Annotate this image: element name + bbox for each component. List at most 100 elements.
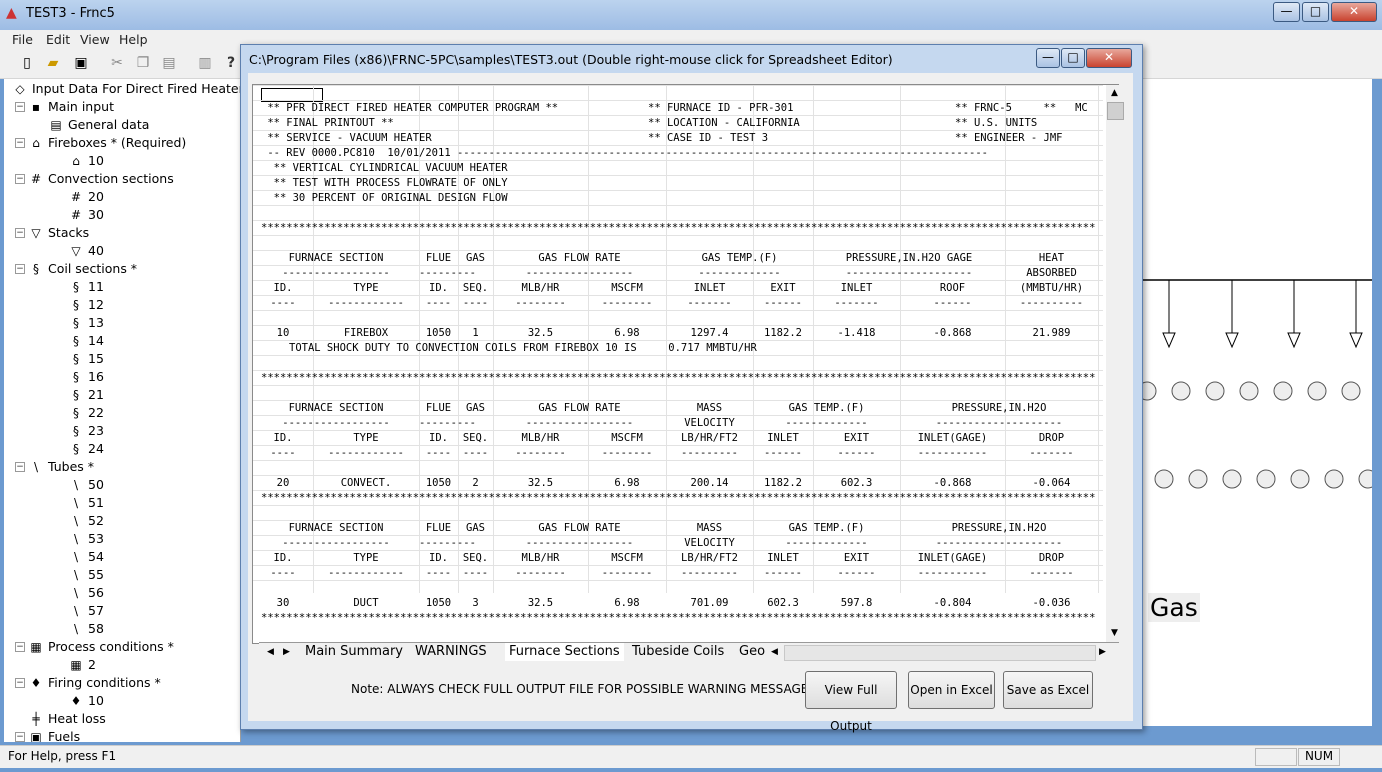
tree-node[interactable]: \ Tubes * (28, 458, 94, 476)
tree-expander[interactable]: − (15, 228, 25, 238)
tree-node-label: Fuels (48, 729, 81, 742)
tab-warnings[interactable]: WARNINGS (411, 643, 491, 661)
report-cell: ---- (270, 447, 296, 459)
tree-node[interactable]: ╪ Heat loss (28, 710, 105, 728)
menu-edit[interactable]: Edit (46, 32, 70, 47)
tree-node-icon: ▣ (30, 730, 42, 742)
tree-expander[interactable]: − (15, 138, 25, 148)
tree-node[interactable]: § 14 (68, 332, 104, 350)
tree-expander[interactable]: − (15, 102, 25, 112)
report-grid[interactable]: ** PFR DIRECT FIRED HEATER COMPUTER PROG… (252, 84, 1119, 644)
tree-node[interactable]: ♦ Firing conditions * (28, 674, 161, 692)
tree-expander[interactable]: − (15, 678, 25, 688)
menu-file[interactable]: File (12, 32, 33, 47)
tree-node[interactable]: ◇ Input Data For Direct Fired Heater (12, 80, 240, 98)
paste-icon[interactable]: ▤ (160, 54, 178, 72)
close-button[interactable]: ✕ (1331, 2, 1377, 22)
tree-node[interactable]: § 13 (68, 314, 104, 332)
tree-expander[interactable]: − (15, 264, 25, 274)
report-cell: DROP (1038, 432, 1065, 444)
tree-node[interactable]: § 16 (68, 368, 104, 386)
tree-node[interactable]: \ 54 (68, 548, 104, 566)
copy-icon[interactable]: ❐ (134, 54, 152, 72)
tree-expander[interactable]: − (15, 462, 25, 472)
save-as-excel-button[interactable]: Save as Excel (1003, 671, 1093, 709)
menu-view[interactable]: View (80, 32, 110, 47)
tree-node[interactable]: § 22 (68, 404, 104, 422)
tree-node[interactable]: § 11 (68, 278, 104, 296)
tree-node[interactable]: ▪ Main input (28, 98, 114, 116)
print-icon[interactable]: ▥ (196, 54, 214, 72)
report-cell: PRESSURE,IN.H2O (951, 522, 1047, 534)
tree-node[interactable]: \ 51 (68, 494, 104, 512)
tab-first-icon[interactable]: ◀ (263, 643, 278, 661)
tree-node-label: 30 (88, 207, 104, 222)
tree-node[interactable]: § 24 (68, 440, 104, 458)
minimize-button[interactable]: — (1273, 2, 1300, 22)
vertical-scrollbar[interactable]: ▲ ▼ (1106, 85, 1124, 642)
report-cell: ----------- (917, 567, 988, 579)
diagram-pane: Gas (1142, 79, 1372, 726)
tree-node[interactable]: ▦ Process conditions * (28, 638, 174, 656)
open-in-excel-button[interactable]: Open in Excel (908, 671, 995, 709)
tree-node-icon: \ (73, 622, 79, 636)
child-close-button[interactable]: ✕ (1086, 48, 1132, 68)
tree-node[interactable]: \ 53 (68, 530, 104, 548)
report-row: ** 30 PERCENT OF ORIGINAL DESIGN FLOW (253, 191, 1103, 206)
tree-node[interactable]: \ 55 (68, 566, 104, 584)
tree-node[interactable]: ▤ General data (48, 116, 149, 134)
open-folder-icon[interactable]: ▰ (44, 54, 62, 72)
tree-node[interactable]: § 15 (68, 350, 104, 368)
tab-furnace-sections[interactable]: Furnace Sections (505, 643, 624, 661)
tree-node[interactable]: ♦ 10 (68, 692, 104, 710)
child-maximize-button[interactable]: □ (1061, 48, 1085, 68)
report-row: ** TEST WITH PROCESS FLOWRATE OF ONLY (253, 176, 1103, 191)
tab-geo[interactable]: Geo (735, 643, 769, 661)
tab-next-icon[interactable]: ▶ (279, 643, 294, 661)
tree-node[interactable]: § Coil sections * (28, 260, 137, 278)
tree-node-icon: \ (33, 460, 39, 474)
help-icon[interactable]: ? (222, 54, 240, 72)
tab-tubeside-coils[interactable]: Tubeside Coils (628, 643, 728, 661)
cut-icon[interactable]: ✂ (108, 54, 126, 72)
tree-node[interactable]: ▽ 40 (68, 242, 104, 260)
tree-node[interactable]: § 12 (68, 296, 104, 314)
report-cell: 1297.4 (690, 327, 729, 339)
tree-node[interactable]: \ 50 (68, 476, 104, 494)
report-cell: 597.8 (840, 597, 873, 609)
tree-node[interactable]: #30 (68, 206, 104, 224)
child-minimize-button[interactable]: — (1036, 48, 1060, 68)
tree-node[interactable]: ⌂ 10 (68, 152, 104, 170)
tree-node[interactable]: ⌂ Fireboxes * (Required) (28, 134, 186, 152)
tree-node[interactable]: \ 58 (68, 620, 104, 638)
maximize-button[interactable]: □ (1302, 2, 1329, 22)
menu-help[interactable]: Help (119, 32, 148, 47)
tab-main-summary[interactable]: Main Summary (301, 643, 407, 661)
view-full-output-button[interactable]: View Full Output (805, 671, 897, 733)
tree-node[interactable]: ▽ Stacks (28, 224, 89, 242)
scroll-thumb[interactable] (1107, 102, 1124, 120)
tree-node[interactable]: ▦ 2 (68, 656, 96, 674)
new-file-icon[interactable]: ▯ (18, 54, 36, 72)
tree-node[interactable]: # Convection sections (28, 170, 174, 188)
tree-node[interactable]: ▣ Fuels (28, 728, 80, 742)
horizontal-scrollbar[interactable] (784, 645, 1096, 661)
hscroll-right-icon[interactable]: ▶ (1095, 643, 1110, 661)
tree-expander[interactable]: − (15, 732, 25, 742)
tree-node[interactable]: \ 57 (68, 602, 104, 620)
report-cell: GAS (466, 402, 485, 414)
tree-node-icon: ▽ (71, 244, 81, 258)
tree-node-icon: § (73, 406, 79, 420)
report-cell: ** VERTICAL CYLINDRICAL VACUUM HEATER (261, 162, 508, 174)
scroll-down-icon[interactable]: ▼ (1106, 625, 1123, 641)
tree-node[interactable]: #20 (68, 188, 104, 206)
save-icon[interactable]: ▣ (72, 54, 90, 72)
tree-node[interactable]: \ 56 (68, 584, 104, 602)
scroll-up-icon[interactable]: ▲ (1106, 85, 1123, 101)
tree-node[interactable]: § 21 (68, 386, 104, 404)
tree-node[interactable]: § 23 (68, 422, 104, 440)
tree-expander[interactable]: − (15, 642, 25, 652)
tree-expander[interactable]: − (15, 174, 25, 184)
tree-node[interactable]: \ 52 (68, 512, 104, 530)
hscroll-left-icon[interactable]: ◀ (767, 643, 782, 661)
